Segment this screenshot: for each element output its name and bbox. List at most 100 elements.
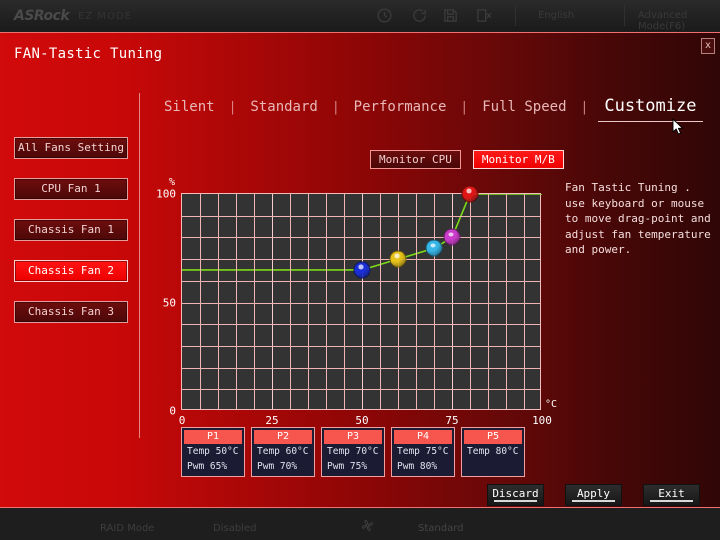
grid-line-vertical <box>434 194 435 409</box>
point-box-pwm[interactable]: Pwm 75% <box>324 459 382 474</box>
y-axis-tick-label: 50 <box>162 296 176 309</box>
language-selector[interactable]: English <box>538 10 574 21</box>
grid-line-horizontal <box>182 346 540 347</box>
grid-line-horizontal <box>182 259 540 260</box>
dialog-action-buttons: Discard Apply Exit <box>487 484 700 506</box>
tab-silent[interactable]: Silent <box>150 99 229 115</box>
exit-icon[interactable] <box>475 7 492 24</box>
sidebar-item-cpu-fan-1[interactable]: CPU Fan 1 <box>14 178 128 200</box>
point-box-p1[interactable]: P1 Temp 50°C Pwm 65% <box>181 427 245 477</box>
point-box-pwm[interactable]: Pwm 70% <box>254 459 312 474</box>
curve-point-p5[interactable] <box>461 185 479 203</box>
x-axis-unit: °C <box>545 399 558 410</box>
bios-screen: ASRock EZ MODE English Advanced Mode(F6) <box>0 0 720 540</box>
grid-line-horizontal <box>182 216 540 217</box>
y-axis-tick-label: 0 <box>169 404 176 418</box>
apply-button[interactable]: Apply <box>565 484 622 506</box>
sidebar-item-chassis-fan-1[interactable]: Chassis Fan 1 <box>14 219 128 241</box>
advanced-mode-button[interactable]: Advanced Mode(F6) <box>638 10 720 32</box>
grid-line-vertical <box>362 194 363 409</box>
grid-line-horizontal <box>182 303 540 304</box>
point-box-label: P5 <box>464 430 522 444</box>
tab-full-speed[interactable]: Full Speed <box>468 99 580 115</box>
save-icon[interactable] <box>442 7 459 24</box>
point-box-p5[interactable]: P5 Temp 80°C <box>461 427 525 477</box>
tab-customize[interactable]: Customize <box>588 96 706 116</box>
tab-divider: | <box>580 100 589 115</box>
close-icon[interactable]: x <box>701 38 715 54</box>
tab-divider: | <box>460 100 469 115</box>
sidebar-divider <box>139 93 140 438</box>
grid-line-horizontal <box>182 324 540 325</box>
curve-point-p2[interactable] <box>389 250 407 268</box>
grid-line-vertical <box>452 194 453 409</box>
fan-tastic-tuning-dialog: x FAN-Tastic Tuning Silent | Standard | … <box>0 32 720 508</box>
sidebar-item-chassis-fan-3[interactable]: Chassis Fan 3 <box>14 301 128 323</box>
point-value-boxes: P1 Temp 50°C Pwm 65% P2 Temp 60°C Pwm 70… <box>181 427 525 477</box>
point-box-label: P3 <box>324 430 382 444</box>
grid-line-vertical <box>308 194 309 409</box>
point-box-p3[interactable]: P3 Temp 70°C Pwm 75% <box>321 427 385 477</box>
clock-icon[interactable] <box>376 7 393 24</box>
background-raid-mode-label: RAID Mode <box>100 523 155 534</box>
help-text: Fan Tastic Tuning . use keyboard or mous… <box>565 181 711 256</box>
tab-divider: | <box>331 100 340 115</box>
monitor-source-buttons: Monitor CPU Monitor M/B <box>370 150 564 169</box>
x-axis-tick-label: 100 <box>532 414 552 427</box>
tab-standard[interactable]: Standard <box>236 99 331 115</box>
grid-line-vertical <box>200 194 201 409</box>
tab-divider: | <box>228 100 237 115</box>
point-box-temp[interactable]: Temp 70°C <box>324 444 382 459</box>
y-axis-tick-label: 100 <box>156 187 176 201</box>
fan-icon <box>360 518 375 533</box>
sidebar-item-all-fans-setting[interactable]: All Fans Setting <box>14 137 128 159</box>
point-box-temp[interactable]: Temp 75°C <box>394 444 452 459</box>
refresh-icon[interactable] <box>411 7 428 24</box>
grid-line-vertical <box>506 194 507 409</box>
ez-mode-label: EZ MODE <box>78 11 132 22</box>
fan-selector-sidebar: All Fans Setting CPU Fan 1 Chassis Fan 1… <box>14 137 128 342</box>
grid-line-vertical <box>326 194 327 409</box>
background-fan-profile-value: Standard <box>418 523 464 534</box>
exit-button[interactable]: Exit <box>643 484 700 506</box>
x-axis-tick-label: 0 <box>178 414 186 427</box>
background-raid-mode-value: Disabled <box>213 523 257 534</box>
point-box-label: P1 <box>184 430 242 444</box>
topbar-divider-2 <box>624 5 625 26</box>
grid-line-vertical <box>254 194 255 409</box>
tab-performance[interactable]: Performance <box>340 99 461 115</box>
x-axis-tick-label: 50 <box>355 414 369 427</box>
point-box-temp[interactable]: Temp 60°C <box>254 444 312 459</box>
monitor-mb-button[interactable]: Monitor M/B <box>472 150 564 169</box>
point-box-p4[interactable]: P4 Temp 75°C Pwm 80% <box>391 427 455 477</box>
grid-line-vertical <box>524 194 525 409</box>
grid-line-vertical <box>218 194 219 409</box>
point-box-temp[interactable]: Temp 50°C <box>184 444 242 459</box>
grid-line-vertical <box>380 194 381 409</box>
monitor-cpu-button[interactable]: Monitor CPU <box>370 150 461 169</box>
curve-point-p4[interactable] <box>443 228 461 246</box>
curve-point-p3[interactable] <box>425 239 443 257</box>
point-box-temp[interactable]: Temp 80°C <box>464 444 522 459</box>
fan-curve-chart: % 0 50 100 0 25 50 75 100 °C <box>156 177 557 427</box>
grid-line-horizontal <box>182 368 540 369</box>
point-box-p2[interactable]: P2 Temp 60°C Pwm 70% <box>251 427 315 477</box>
grid-line-vertical <box>236 194 237 409</box>
grid-line-horizontal <box>182 237 540 238</box>
curve-point-p1[interactable] <box>353 261 371 279</box>
sidebar-item-chassis-fan-2[interactable]: Chassis Fan 2 <box>14 260 128 282</box>
chart-plot-area[interactable]: 0 50 100 0 25 50 75 100 <box>156 185 552 427</box>
grid-line-vertical <box>488 194 489 409</box>
grid-line-vertical <box>416 194 417 409</box>
grid-line-vertical <box>398 194 399 409</box>
discard-button[interactable]: Discard <box>487 484 544 506</box>
grid-line-vertical <box>470 194 471 409</box>
x-axis-tick-label: 25 <box>265 414 279 427</box>
asrock-logo: ASRock <box>14 8 70 24</box>
point-box-label: P4 <box>394 430 452 444</box>
grid-line-vertical <box>272 194 273 409</box>
y-axis-unit: % <box>169 177 176 188</box>
point-box-pwm[interactable]: Pwm 65% <box>184 459 242 474</box>
point-box-pwm[interactable]: Pwm 80% <box>394 459 452 474</box>
page-title: FAN-Tastic Tuning <box>14 46 163 62</box>
